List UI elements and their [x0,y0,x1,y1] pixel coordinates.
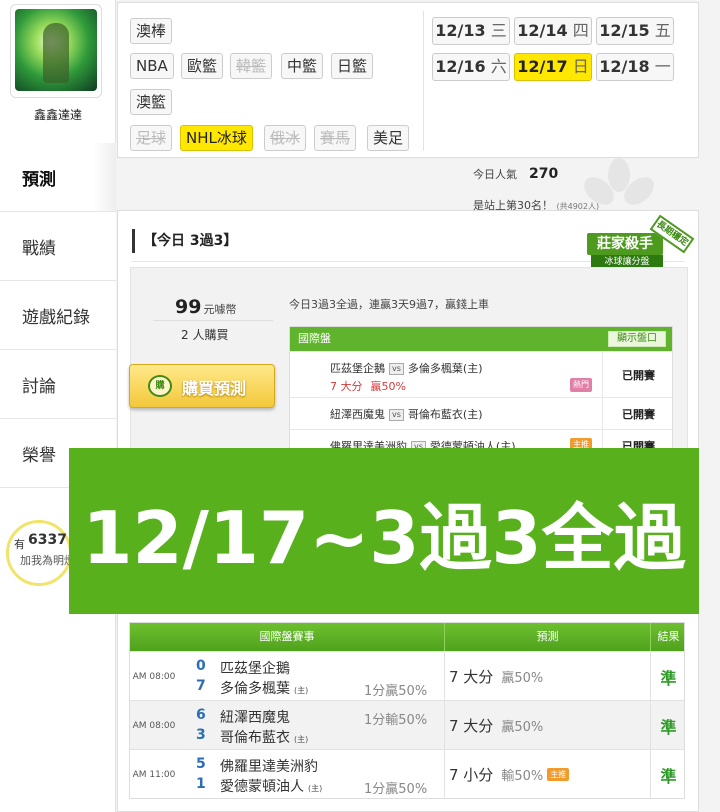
date-tab-1215[interactable]: 12/15 五 [596,17,674,45]
team-away: 匹茲堡企鵝 [220,661,290,677]
league-chip-ru-hockey: 俄冰 [264,125,307,151]
result-cell: 準 [650,652,686,701]
match-teams: 匹茲堡企鵝 vs 多倫多楓葉(主) [330,362,483,375]
vs-icon: vs [389,363,404,375]
card-title: 【今日 3過3】 [132,229,237,253]
results-table: 國際盤賽事 預測 結果 AM 08:00 0 匹茲堡企鵝 7 多倫多楓葉 (主) … [129,622,685,799]
team-home: 多倫多楓葉 (主) [220,681,309,697]
league-filter-panel: 澳棒 NBA 歐籃 韓籃 中籃 日籃 澳籃 足球 NHL冰球 俄冰 賽馬 美足 … [117,2,699,158]
vs-icon: vs [389,409,404,421]
price-value: 99 [175,296,202,318]
table-row: AM 08:00 6 紐澤西魔鬼 3 哥倫布藍衣 (主) 1分輸50% 7 大分贏… [130,700,686,750]
price-divider [153,320,273,321]
avatar[interactable] [15,9,97,91]
league-chip-au-baseball[interactable]: 澳棒 [130,18,173,44]
prediction-row: 匹茲堡企鵝 vs 多倫多楓葉(主) 7 大分 贏50% 熱門 已開賽 [290,351,672,397]
featured-tag: 主推 [547,768,570,781]
buy-icon: 購 [148,375,172,397]
result-cell: 準 [650,750,686,799]
team-home: 哥倫布藍衣 (主) [220,730,309,746]
score-away: 0 [196,658,206,674]
date-tab-1213[interactable]: 12/13 三 [432,17,510,45]
nav-item-game-log[interactable]: 遊戲紀錄 [0,281,116,350]
badge-title: 莊家殺手 [587,233,663,255]
buyer-count: 2 人購買 [181,328,229,342]
user-name[interactable]: 鑫鑫達達 [0,106,116,123]
results-header: 國際盤賽事 預測 結果 [130,623,684,651]
date-tab-1217[interactable]: 12/17 日 [514,53,592,81]
league-chip-au-basketball[interactable]: 澳籃 [130,89,173,115]
league-chip-cn-basketball[interactable]: 中籃 [281,53,324,79]
date-tab-1216[interactable]: 12/16 六 [432,53,510,81]
prediction-cell: 7 大分 贏50% [444,701,660,750]
buy-prediction-label: 購買預測 [182,379,247,398]
follow-link[interactable]: 加我為明燈 [20,552,75,568]
league-chip-jp-basketball[interactable]: 日籃 [331,53,374,79]
hot-tag: 熱門 [570,378,592,392]
league-chip-horse-racing: 賽馬 [314,125,357,151]
date-tab-1218[interactable]: 12/18 一 [596,53,674,81]
prediction-table: 國際盤 顯示盤口 匹茲堡企鵝 vs 多倫多楓葉(主) 7 大分 贏50% 熱門 已開賽… [289,326,673,462]
col-prediction: 預測 [444,623,650,651]
popularity-label: 今日人氣 [473,168,517,181]
line-result: 1分贏50% [364,782,428,797]
sidebar: 鑫鑫達達 預測 戰績 遊戲紀錄 討論 榮譽 有 6337 加我為明燈 [0,0,116,812]
league-chip-eu-basketball[interactable]: 歐籃 [181,53,224,79]
line-result: 1分贏50% [364,684,428,699]
match-teams: 紐澤西魔鬼 vs 哥倫布藍衣(主) [330,408,483,421]
table-row: AM 11:00 5 佛羅里達美洲豹 1 愛德蒙頓油人 (主) 1分贏50% 7 … [130,749,686,799]
show-odds-button[interactable]: 顯示盤口 [608,331,666,347]
col-result: 結果 [650,623,686,651]
fans-prefix: 有 [14,538,25,551]
line-result: 1分輸50% [364,713,428,728]
team-home: 愛德蒙頓油人 (主) [220,779,323,795]
score-home: 3 [196,727,206,743]
prediction-row: 紐澤西魔鬼 vs 哥倫布藍衣(主) 已開賽 [290,397,672,429]
league-chip-kr-basketball: 韓籃 [230,53,273,79]
avatar-frame[interactable] [10,4,102,98]
table-head-label: 國際盤 [298,332,331,345]
nav-item-record[interactable]: 戰績 [0,212,116,281]
league-chip-nhl[interactable]: NHL冰球 [180,125,253,151]
popularity-value: 270 [529,166,559,182]
match-status: 已開賽 [602,398,674,429]
page: 鑫鑫達達 預測 戰績 遊戲紀錄 討論 榮譽 有 6337 加我為明燈 澳棒 NB… [0,0,720,812]
col-match: 國際盤賽事 [259,630,315,643]
league-chip-nba[interactable]: NBA [130,53,174,79]
fans-count: 6337 [28,532,67,548]
panel-divider [423,11,424,151]
result-banner: 12/17~3過3全過 [69,448,699,614]
league-chip-us-football[interactable]: 美足 [367,125,410,151]
game-time: AM 08:00 [132,720,176,731]
team-away: 紐澤西魔鬼 [220,710,290,726]
table-row: AM 08:00 0 匹茲堡企鵝 7 多倫多楓葉 (主) 1分贏50% 7 大分贏… [130,651,686,701]
team-away: 佛羅里達美洲豹 [220,759,318,775]
nav-item-prediction[interactable]: 預測 [0,143,116,212]
profile-nav: 預測 戰績 遊戲紀錄 討論 榮譽 [0,143,116,488]
buy-prediction-button[interactable]: 購 購買預測 [129,364,275,408]
score-away: 6 [196,707,206,723]
score-away: 5 [196,756,206,772]
game-time: AM 11:00 [132,769,176,780]
league-chip-soccer: 足球 [130,125,173,151]
match-status: 已開賽 [602,352,674,397]
prediction-intro: 今日3過3全過，連贏3天9過7，贏錢上車 [289,298,489,311]
prediction-cell: 7 小分 輸50% 主推 [444,750,660,799]
score-home: 7 [196,678,206,694]
score-home: 1 [196,776,206,792]
banner-text: 12/17~3過3全過 [82,495,686,580]
game-time: AM 08:00 [132,671,176,682]
prediction-cell: 7 大分 贏50% [444,652,660,701]
nav-item-discussion[interactable]: 討論 [0,350,116,419]
result-cell: 準 [650,701,686,750]
prediction-table-header: 國際盤 顯示盤口 [290,327,672,351]
price: 99 元噱幣 [175,296,236,318]
popularity: 今日人氣 270 [473,166,558,182]
price-unit: 元噱幣 [203,303,237,316]
pick: 7 大分 贏50% [330,380,406,393]
date-tab-1214[interactable]: 12/14 四 [514,17,592,45]
